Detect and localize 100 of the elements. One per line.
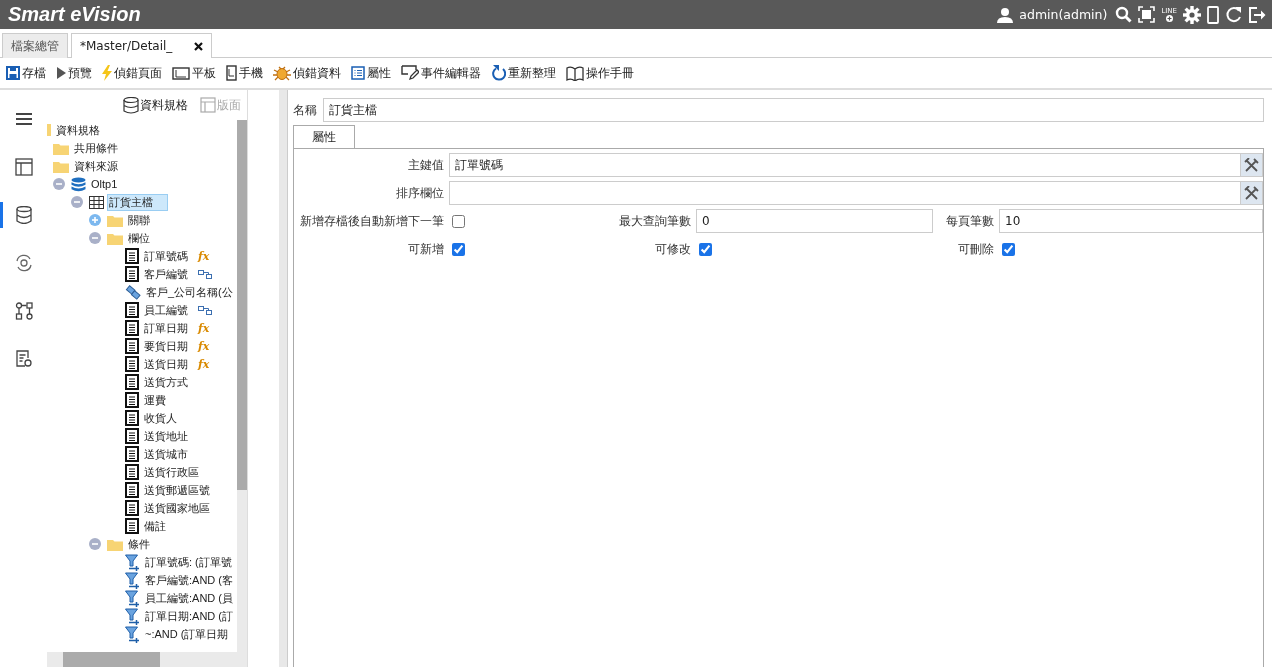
close-icon[interactable] <box>194 41 204 51</box>
tree-item[interactable]: 員工編號 <box>142 301 190 319</box>
tree-item[interactable]: 送貨方式 <box>142 373 190 391</box>
field-label: 主鍵值 <box>407 156 444 174</box>
key-link-icon <box>198 269 212 279</box>
checkbox[interactable] <box>452 214 465 228</box>
tree-item[interactable]: 送貨郵遞區號 <box>142 481 212 499</box>
tree-item[interactable]: 條件 <box>126 535 152 553</box>
field-label: 可修改 <box>654 240 691 258</box>
toolbar-button[interactable]: 預覽 <box>56 64 92 82</box>
field-label: 最大查詢筆數 <box>618 212 691 230</box>
database-icon <box>123 96 139 114</box>
layout-icon <box>200 97 216 113</box>
document-icon <box>125 464 139 480</box>
collapse-toggle[interactable] <box>71 196 83 208</box>
toolbar-button[interactable]: 事件編輯器 <box>401 64 481 82</box>
phone-icon[interactable] <box>1207 5 1219 24</box>
scrollbar-thumb[interactable] <box>63 652 160 667</box>
checkbox[interactable] <box>1002 242 1015 256</box>
toolbar-button[interactable]: 手機 <box>226 64 263 82</box>
sort-field[interactable] <box>449 181 1241 205</box>
database-icon <box>15 206 32 224</box>
tree-item[interactable]: 運費 <box>142 391 168 409</box>
tree-item[interactable]: 關聯 <box>126 211 152 229</box>
toolbar-button[interactable]: 屬性 <box>351 64 391 82</box>
page-size-field[interactable]: 10 <box>999 209 1263 233</box>
tree-item[interactable]: 送貨城市 <box>142 445 190 463</box>
tree-item[interactable]: 送貨地址 <box>142 427 190 445</box>
tools-icon <box>1244 157 1259 173</box>
folder-icon <box>107 213 123 227</box>
field-label: 排序欄位 <box>395 184 444 202</box>
tree-item[interactable]: 訂單日期 <box>142 319 190 337</box>
document-icon <box>125 446 139 462</box>
tools-icon <box>1244 185 1259 201</box>
user-icon <box>997 6 1014 23</box>
tree-item[interactable]: 客戶編號 <box>142 265 190 283</box>
toolbar-button[interactable]: 重新整理 <box>491 64 556 82</box>
search-icon[interactable] <box>1115 6 1133 23</box>
document-tab[interactable]: *Master/Detail_ <box>71 33 213 58</box>
field-label: 新增存檔後自動新增下一筆 <box>300 212 444 230</box>
property-tab[interactable]: 屬性 <box>293 125 355 148</box>
filter-icon <box>125 553 140 571</box>
tree-item[interactable]: 共用條件 <box>72 139 120 157</box>
collapse-toggle[interactable] <box>89 232 101 244</box>
book-icon <box>566 65 584 81</box>
tree-item[interactable]: 客戶編號:AND (客 <box>143 571 235 589</box>
panel-tab[interactable]: 資料規格 <box>123 96 188 114</box>
tree-item[interactable]: 收貨人 <box>142 409 179 427</box>
field-label: 可新增 <box>407 240 444 258</box>
toolbar-button[interactable]: 偵錯頁面 <box>102 64 162 82</box>
folder-tab-icon <box>47 124 51 136</box>
tree-item[interactable]: 客戶_公司名稱(公 <box>144 283 235 301</box>
tree-item[interactable]: 欄位 <box>126 229 152 247</box>
tree-item[interactable]: ~:AND (訂單日期 <box>143 625 231 643</box>
tree-item[interactable]: 送貨行政區 <box>142 463 201 481</box>
refresh-icon[interactable] <box>1225 6 1242 23</box>
primary-key-field[interactable]: 訂單號碼 <box>449 153 1241 177</box>
document-tab[interactable]: 檔案總管 <box>2 33 68 58</box>
save-icon <box>6 66 20 80</box>
tools-button[interactable] <box>1241 153 1263 177</box>
menu-icon <box>15 112 32 126</box>
toolbar-button[interactable]: 平板 <box>172 64 216 82</box>
tree-item[interactable]: 員工編號:AND (員 <box>143 589 235 607</box>
max-rows-field[interactable]: 0 <box>696 209 933 233</box>
document-icon <box>125 428 139 444</box>
user-name[interactable]: admin(admin) <box>1019 7 1108 22</box>
name-field[interactable]: 訂貨主檔 <box>323 98 1264 122</box>
layout-icon <box>14 158 33 176</box>
toolbar-button[interactable]: 偵錯資料 <box>273 64 341 82</box>
scrollbar-thumb[interactable] <box>237 120 247 490</box>
tree-item[interactable]: 訂單日期:AND (訂 <box>143 607 235 625</box>
tools-button[interactable] <box>1241 181 1263 205</box>
toolbar-button[interactable]: 存檔 <box>6 64 46 82</box>
document-icon <box>125 320 139 336</box>
tree-item[interactable]: 送貨日期 <box>142 355 190 373</box>
tree-item[interactable]: 訂單號碼 <box>142 247 190 265</box>
collapse-toggle[interactable] <box>53 178 65 190</box>
fullscreen-icon[interactable] <box>1138 6 1156 23</box>
tree-item[interactable]: 資料規格 <box>54 121 102 139</box>
tree-item[interactable]: Oltp1 <box>89 177 120 191</box>
checkbox[interactable] <box>452 242 465 256</box>
play-icon <box>56 67 66 79</box>
table-icon <box>89 195 104 209</box>
checkbox[interactable] <box>699 242 712 256</box>
logout-icon[interactable] <box>1248 5 1266 24</box>
folder-icon <box>53 159 69 173</box>
tree-item[interactable]: 資料來源 <box>72 157 120 175</box>
tree-item[interactable]: 備註 <box>142 517 168 535</box>
tree-item[interactable]: 送貨國家地區 <box>142 499 212 517</box>
toolbar-button[interactable]: 操作手冊 <box>566 64 634 82</box>
tree-item[interactable]: 要貨日期 <box>142 337 190 355</box>
document-icon <box>125 392 139 408</box>
tree-item[interactable]: 訂貨主檔 <box>107 193 168 211</box>
tablet-icon <box>172 66 190 80</box>
document-icon <box>125 374 139 390</box>
collapse-toggle[interactable] <box>89 538 101 550</box>
key-link-icon <box>198 305 212 315</box>
tree-item[interactable]: 訂單號碼: (訂單號 <box>143 553 234 571</box>
settings-icon[interactable] <box>1183 5 1201 24</box>
expand-toggle[interactable] <box>89 214 101 226</box>
